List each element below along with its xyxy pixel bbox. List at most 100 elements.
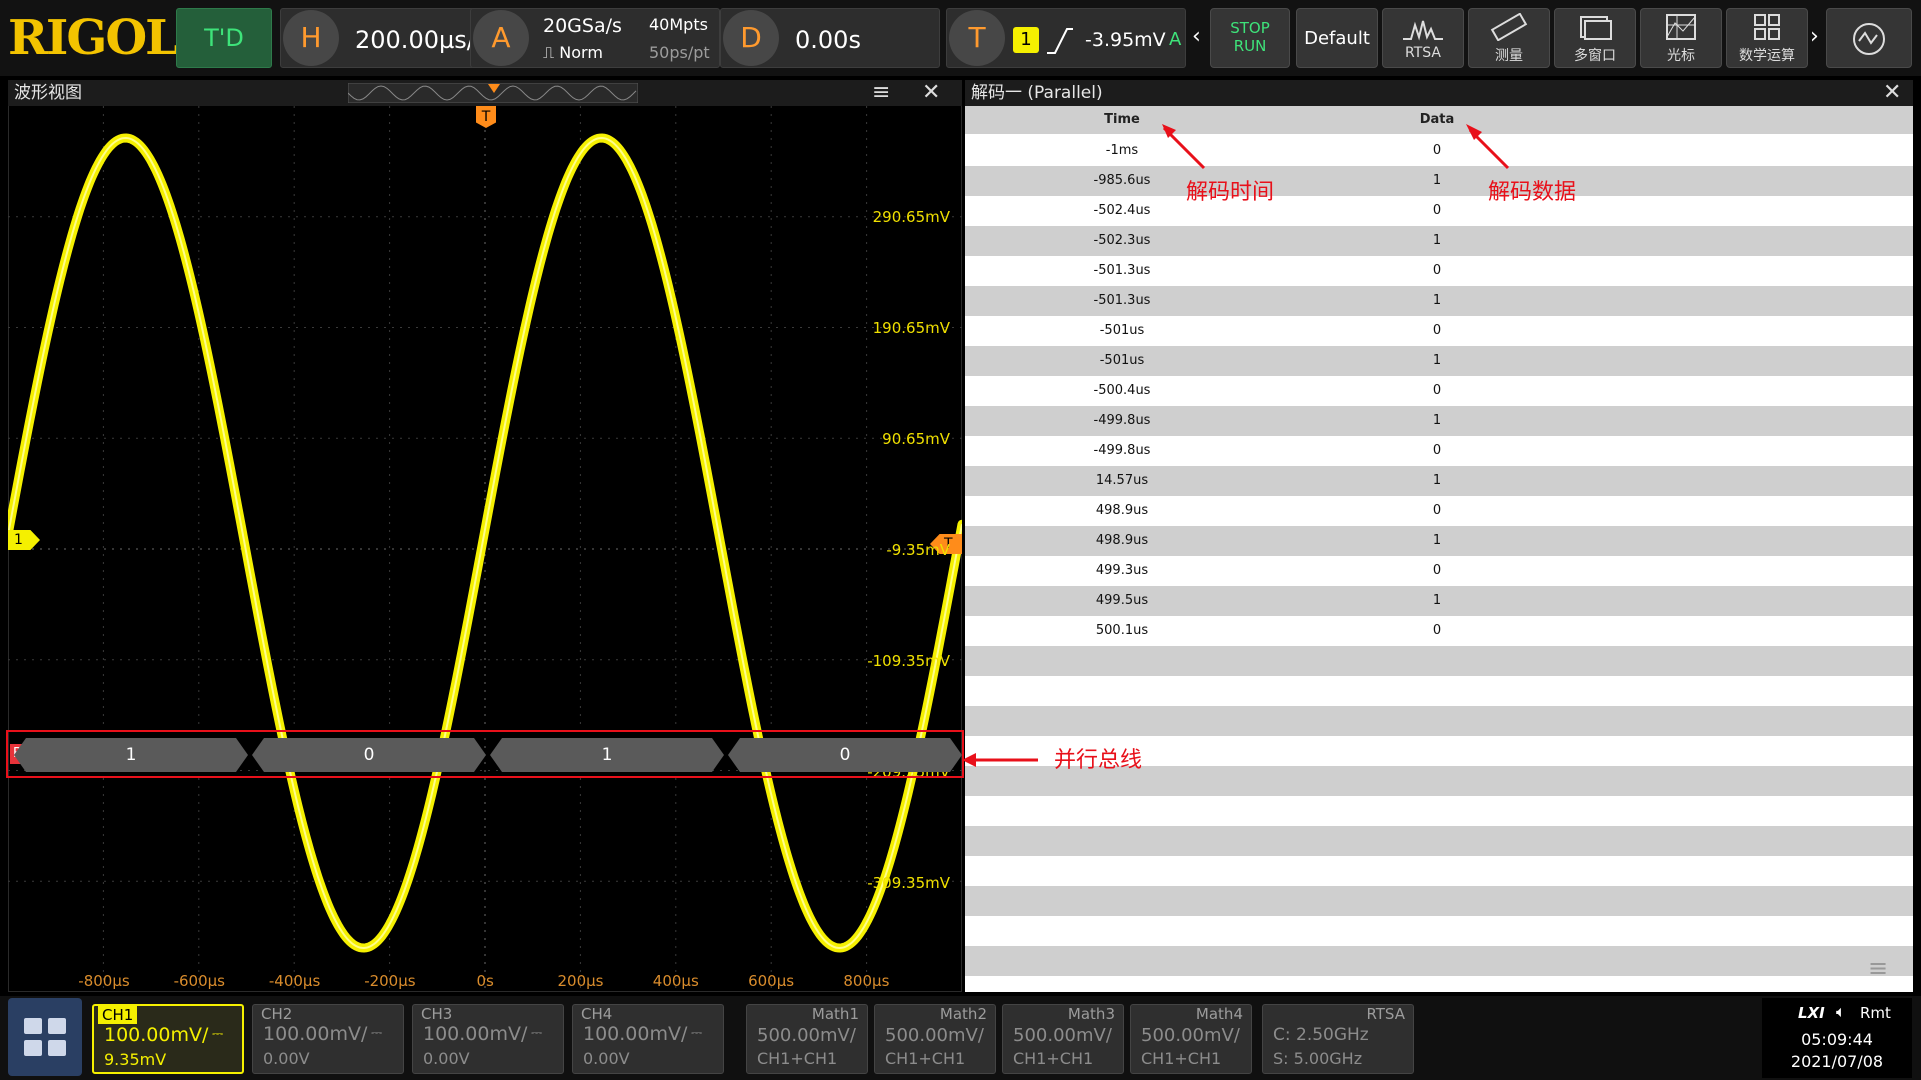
memory-overview-strip[interactable]	[348, 83, 638, 103]
x-axis-label: -200µs	[364, 972, 416, 990]
decode-row[interactable]: -501.3us 0	[965, 256, 1913, 286]
bus-annotation-arrow	[962, 753, 1038, 767]
bus-segment: 0	[728, 738, 962, 772]
channel-scale: 100.00mV/	[263, 1023, 368, 1045]
decode-row[interactable]: -500.4us 0	[965, 376, 1913, 406]
acquire-panel[interactable]: A 20GSa/s ⎍ Norm 40Mpts 50ps/pt	[470, 8, 720, 68]
decode-time-cell: -501.3us	[1093, 293, 1151, 308]
decode-row[interactable]: 499.3us 0	[965, 556, 1913, 586]
channel-box-ch1[interactable]: CH1 100.00mV/⎓ 9.35mV	[92, 1004, 244, 1074]
decode-time-cell: -501us	[1099, 353, 1145, 368]
decode-row[interactable]: -499.8us 0	[965, 436, 1913, 466]
rtsa-status-label: RTSA	[1366, 1005, 1405, 1023]
math-source: CH1+CH1	[757, 1049, 838, 1068]
waveform-menu-icon[interactable]: ≡	[872, 80, 890, 106]
math-button[interactable]: 数学运算	[1726, 8, 1808, 68]
decode-row[interactable]: 499.5us 1	[965, 586, 1913, 616]
utility-button[interactable]	[1826, 8, 1912, 68]
channel-offset: 0.00V	[423, 1049, 470, 1068]
waveform-title: 波形视图	[14, 83, 82, 103]
mode-button[interactable]: T'D	[176, 8, 272, 68]
decode-row[interactable]: -501us 1	[965, 346, 1913, 376]
system-status[interactable]: LXI 🔈︎ Rmt 05:09:44 2021/07/08	[1762, 998, 1912, 1078]
channel-name: CH1	[98, 1006, 138, 1024]
top-toolbar: RIGOL T'D H 200.00µs/ A 20GSa/s ⎍ Norm 4…	[0, 0, 1921, 76]
math-source: CH1+CH1	[1141, 1049, 1222, 1068]
math-name: Math1	[811, 1005, 859, 1023]
cursor-button[interactable]: 光标	[1640, 8, 1722, 68]
trigger-panel[interactable]: T 1 -3.95mV A	[946, 8, 1186, 68]
math-scale: 500.00mV/	[757, 1025, 856, 1046]
decode-row[interactable]: -502.4us 0	[965, 196, 1913, 226]
bus-segment: 1	[14, 738, 248, 772]
decode-close-icon[interactable]: ✕	[1883, 80, 1901, 106]
decode-data-cell: 0	[1432, 623, 1442, 638]
waveform-close-icon[interactable]: ✕	[922, 80, 940, 106]
math-name: Math4	[1195, 1005, 1243, 1023]
decode-row[interactable]: -502.3us 1	[965, 226, 1913, 256]
timebase-value: 200.00µs/	[355, 26, 475, 54]
multiwindow-button[interactable]: 多窗口	[1554, 8, 1636, 68]
y-axis-label: 190.65mV	[872, 319, 950, 337]
bus-segment: 0	[252, 738, 486, 772]
measure-button[interactable]: 测量	[1468, 8, 1550, 68]
math-box-3[interactable]: Math3 500.00mV/CH1+CH1	[1002, 1004, 1124, 1074]
math-icon	[1754, 14, 1780, 40]
decode-time-cell: 499.3us	[1095, 563, 1149, 578]
dc-coupling-icon: ⎓	[371, 1025, 383, 1041]
decode-row[interactable]: 498.9us 1	[965, 526, 1913, 556]
math-box-2[interactable]: Math2 500.00mV/CH1+CH1	[874, 1004, 996, 1074]
decode-data-cell: 1	[1432, 413, 1442, 428]
pulse-icon: ⎍	[543, 43, 560, 62]
rtsa-status[interactable]: RTSA C: 2.50GHz S: 5.00GHz	[1262, 1004, 1414, 1074]
channel-box-ch3[interactable]: CH3 100.00mV/⎓ 0.00V	[412, 1004, 564, 1074]
channel-scale: 100.00mV/	[583, 1023, 688, 1045]
math-source: CH1+CH1	[1013, 1049, 1094, 1068]
remote-label: Rmt	[1860, 1004, 1891, 1022]
bus-segment: 1	[490, 738, 724, 772]
home-menu-button[interactable]	[8, 998, 82, 1076]
x-axis-label: -800µs	[78, 972, 130, 990]
waveform-title-bar: 波形视图 ≡ ✕	[8, 80, 962, 106]
decode-row[interactable]: -499.8us 1	[965, 406, 1913, 436]
windows-icon	[1580, 16, 1612, 40]
decode-row-empty	[965, 886, 1913, 916]
horizontal-icon: H	[283, 10, 339, 66]
decode-data-cell: 0	[1432, 263, 1442, 278]
clock-time: 05:09:44	[1801, 1030, 1873, 1049]
decode-data-cell: 1	[1432, 353, 1442, 368]
default-button[interactable]: Default	[1296, 8, 1378, 68]
decode-row[interactable]: -501.3us 1	[965, 286, 1913, 316]
rigol-logo: RIGOL	[8, 10, 179, 66]
refresh-wave-icon	[1853, 23, 1885, 55]
decode-row[interactable]: 14.57us 1	[965, 466, 1913, 496]
waveform-plot[interactable]	[8, 106, 962, 992]
rtsa-center: C: 2.50GHz	[1273, 1025, 1369, 1045]
math-scale: 500.00mV/	[1013, 1025, 1112, 1046]
math-box-1[interactable]: Math1 500.00mV/CH1+CH1	[746, 1004, 868, 1074]
trigger-status: A	[1169, 29, 1182, 50]
decode-time-cell: 14.57us	[1095, 473, 1149, 488]
rtsa-button[interactable]: RTSA	[1382, 8, 1464, 68]
cursor-label: 光标	[1667, 48, 1695, 64]
x-axis-label: -600µs	[173, 972, 225, 990]
decode-row[interactable]: 498.9us 0	[965, 496, 1913, 526]
horizontal-panel[interactable]: H 200.00µs/	[280, 8, 480, 68]
channel-box-ch2[interactable]: CH2 100.00mV/⎓ 0.00V	[252, 1004, 404, 1074]
decode-row[interactable]: 500.1us 0	[965, 616, 1913, 646]
decode-row-empty	[965, 916, 1913, 946]
channel-box-ch4[interactable]: CH4 100.00mV/⎓ 0.00V	[572, 1004, 724, 1074]
decode-time-cell: 498.9us	[1095, 533, 1149, 548]
x-axis-label: 400µs	[652, 972, 699, 990]
stop-run-button[interactable]: STOP RUN	[1210, 8, 1290, 68]
multiwindow-label: 多窗口	[1574, 48, 1616, 64]
scroll-right-icon[interactable]: ›	[1810, 24, 1819, 49]
trigger-channel-badge: 1	[1013, 27, 1039, 53]
decode-row[interactable]: -501us 0	[965, 316, 1913, 346]
delay-panel[interactable]: D 0.00s	[720, 8, 940, 68]
math-box-4[interactable]: Math4 500.00mV/CH1+CH1	[1130, 1004, 1252, 1074]
table-collapse-icon[interactable]: ≡	[1868, 954, 1888, 982]
scroll-left-icon[interactable]: ‹	[1192, 24, 1201, 49]
math-scale: 500.00mV/	[1141, 1025, 1240, 1046]
dc-coupling-icon: ⎓	[212, 1026, 224, 1042]
